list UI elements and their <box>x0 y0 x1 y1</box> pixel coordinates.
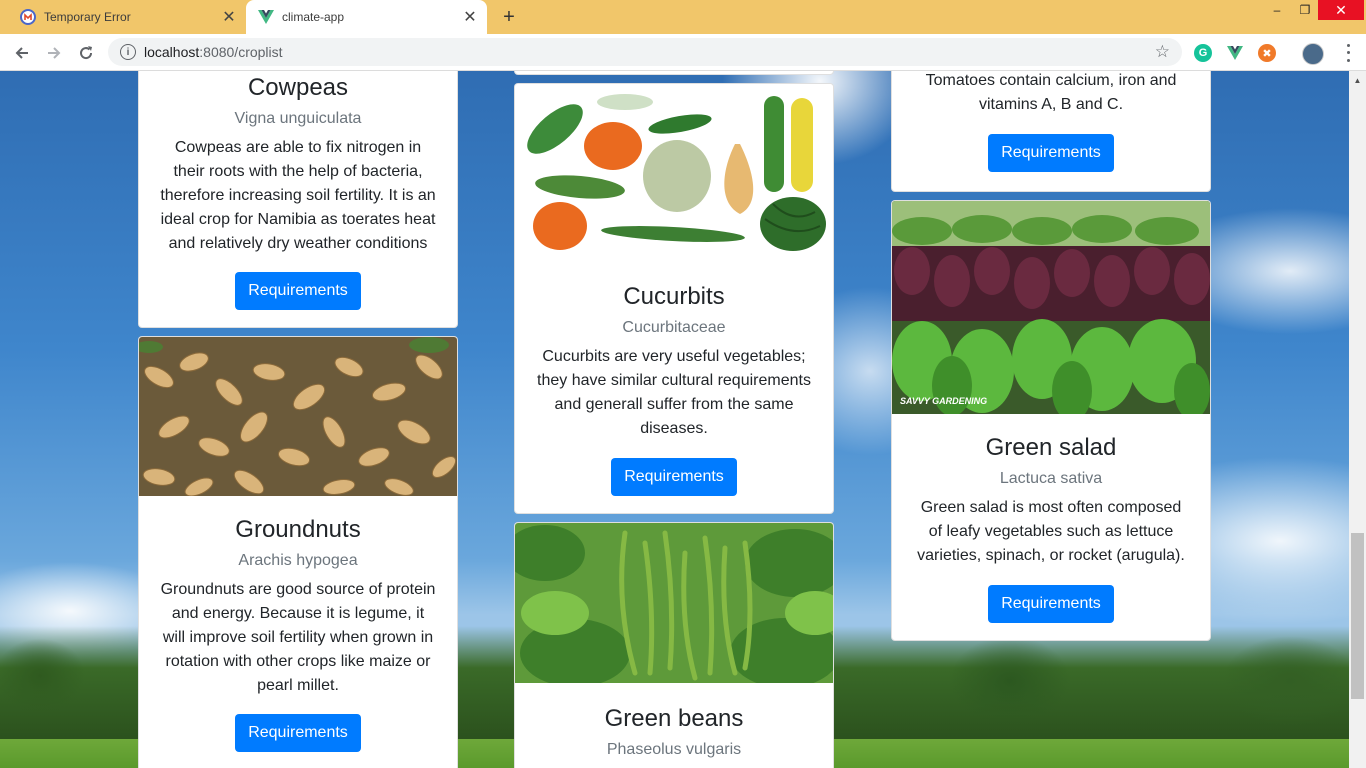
crop-scientific-name: Phaseolus vulgaris <box>606 741 742 758</box>
restore-button[interactable]: ❐ <box>1292 0 1318 20</box>
grammarly-icon[interactable]: G <box>1194 44 1212 62</box>
crop-description: Cucurbits are very useful vegetables; th… <box>537 348 811 437</box>
image-watermark: SAVVY GARDENING <box>900 396 987 406</box>
crop-card-cucurbits: Cucurbits Cucurbitaceae Cucurbits are ve… <box>514 83 834 514</box>
crop-card-cowpeas: Cowpeas Vigna unguiculata Cowpeas are ab… <box>138 71 458 328</box>
crop-card-green-beans: Green beans Phaseolus vulgaris <box>514 522 834 768</box>
url-path: :8080/croplist <box>199 44 283 60</box>
page-scrollbar[interactable]: ▲ <box>1349 71 1366 768</box>
requirements-button[interactable]: Requirements <box>235 714 361 752</box>
info-icon[interactable]: i <box>120 44 136 60</box>
tab-strip: Temporary Error ✕ climate-app ✕ + – ❐ ✕ <box>0 0 1366 34</box>
tab-close-icon[interactable]: ✕ <box>220 8 238 26</box>
window-close-button[interactable]: ✕ <box>1318 0 1364 20</box>
crop-scientific-name: Cucurbitaceae <box>622 319 726 336</box>
browser-toolbar: i localhost:8080/croplist ☆ G ✖ <box>0 34 1366 71</box>
vue-logo-icon <box>258 9 274 25</box>
forward-icon[interactable] <box>41 40 67 66</box>
green-beans-image <box>515 523 833 683</box>
green-salad-image: SAVVY GARDENING <box>892 201 1210 414</box>
scroll-up-icon[interactable]: ▲ <box>1349 73 1366 87</box>
menu-icon[interactable] <box>1340 42 1356 64</box>
reload-icon[interactable] <box>73 40 99 66</box>
back-icon[interactable] <box>9 40 35 66</box>
requirements-button[interactable]: Requirements <box>611 458 737 496</box>
requirements-button[interactable]: Requirements <box>235 272 361 310</box>
crop-card-green-salad: SAVVY GARDENING Green salad Lactuca sati… <box>891 200 1211 641</box>
crop-name: Groundnuts <box>235 516 361 543</box>
tab-favicon-icon <box>20 9 36 25</box>
scrollbar-thumb[interactable] <box>1351 533 1364 699</box>
cucurbits-image <box>515 84 833 254</box>
crop-name: Green salad <box>985 434 1117 461</box>
url-host: localhost <box>144 44 200 60</box>
new-tab-button[interactable]: + <box>498 6 520 28</box>
tab-close-icon[interactable]: ✕ <box>461 8 479 26</box>
crop-description: Green salad is most often composed of le… <box>917 499 1185 564</box>
requirements-button[interactable]: Requirements <box>988 585 1114 623</box>
crop-scientific-name: Arachis hypogea <box>238 552 358 569</box>
crop-scientific-name: Vigna unguiculata <box>234 110 362 127</box>
crop-name: Cowpeas <box>247 74 349 101</box>
crop-description: Tomatoes contain calcium, iron and vitam… <box>925 72 1177 113</box>
requirements-button[interactable]: Requirements <box>988 134 1114 172</box>
extension-icon[interactable]: ✖ <box>1258 44 1276 62</box>
address-bar[interactable]: i localhost:8080/croplist ☆ <box>108 38 1182 66</box>
crop-name: Cucurbits <box>623 283 725 310</box>
crop-card-groundnuts: Groundnuts Arachis hypogea Groundnuts ar… <box>138 336 458 768</box>
tab-climate-app[interactable]: climate-app ✕ <box>246 0 487 34</box>
page-viewport: Cowpeas Vigna unguiculata Cowpeas are ab… <box>0 71 1349 768</box>
minimize-button[interactable]: – <box>1264 0 1290 20</box>
crop-card-previous <box>514 71 834 75</box>
tab-temporary-error[interactable]: Temporary Error ✕ <box>8 0 246 34</box>
groundnuts-image <box>139 337 457 496</box>
star-icon[interactable]: ☆ <box>1155 42 1170 62</box>
vue-devtools-icon[interactable] <box>1226 44 1244 62</box>
crop-card-tomatoes: Tomatoes contain calcium, iron and vitam… <box>891 71 1211 192</box>
crop-description: Groundnuts are good source of protein an… <box>160 581 436 694</box>
crop-description: Cowpeas are able to fix nitrogen in thei… <box>160 139 436 252</box>
tab-title: climate-app <box>282 10 345 24</box>
tab-title: Temporary Error <box>44 10 131 24</box>
crop-name: Green beans <box>604 705 744 732</box>
crop-scientific-name: Lactuca sativa <box>999 470 1103 487</box>
profile-avatar[interactable] <box>1302 43 1324 65</box>
